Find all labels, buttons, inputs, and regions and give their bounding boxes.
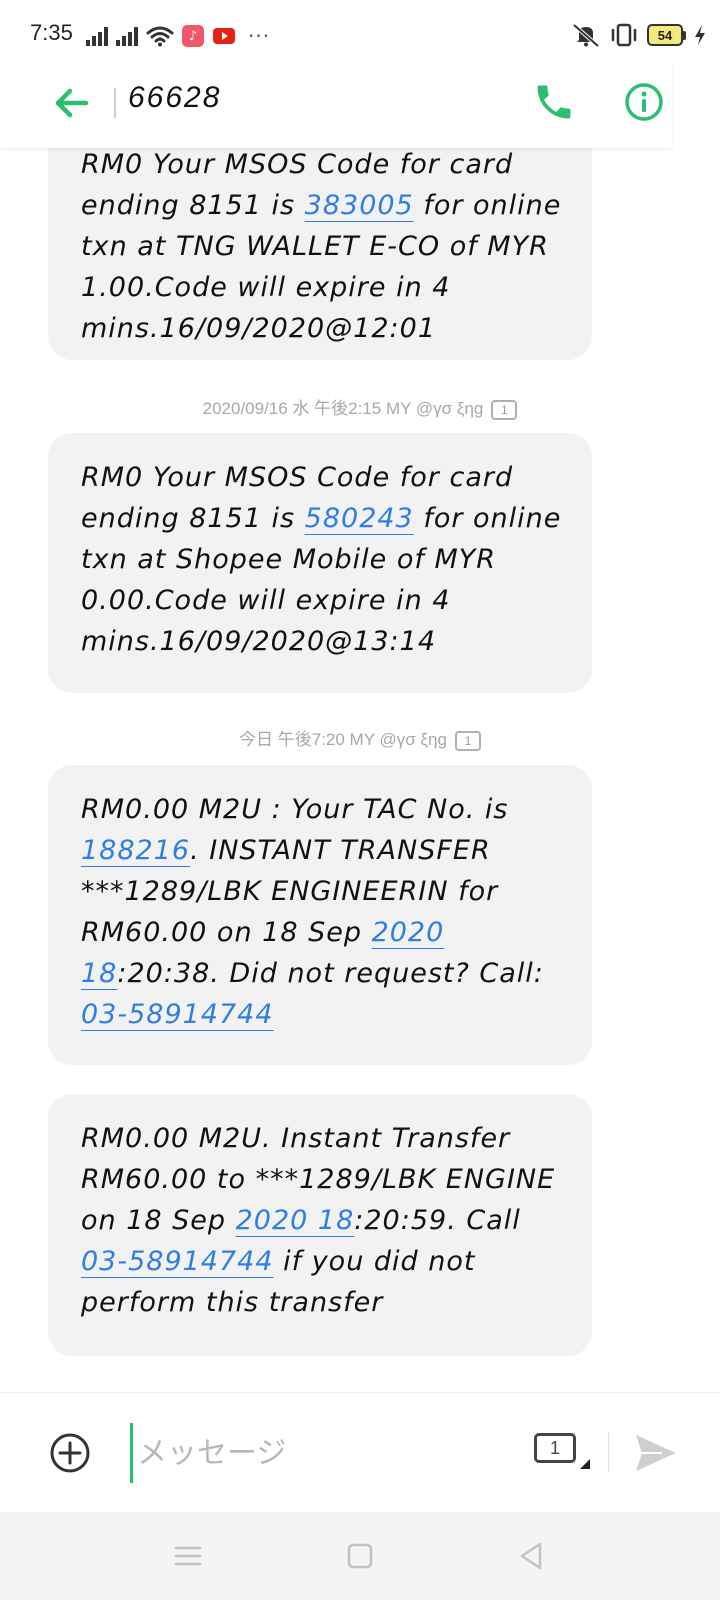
menu-icon[interactable] <box>168 1536 208 1576</box>
status-icons-right: 54 <box>571 22 706 48</box>
message-bubble[interactable]: RM0 Your MSOS Code for card ending 8151 … <box>48 148 592 360</box>
add-attachment-icon[interactable] <box>48 1431 92 1475</box>
youtube-app-icon <box>212 25 236 47</box>
status-time: 7:35 <box>30 20 73 45</box>
info-icon[interactable] <box>622 80 666 124</box>
message-link[interactable]: 580243 <box>305 503 414 534</box>
charging-icon <box>695 25 705 45</box>
message-link[interactable]: 383005 <box>305 190 414 221</box>
sim-badge: 1 <box>491 399 518 420</box>
timestamp-text: 今日 午後7:20 MY @γσ ξηg <box>239 730 447 749</box>
header-divider <box>114 88 116 118</box>
message-text: RM0 Your MSOS Code for card ending 8151 … <box>81 457 572 662</box>
message-link[interactable]: 2020 18 <box>236 1205 355 1236</box>
send-icon[interactable] <box>632 1429 680 1477</box>
message-link[interactable]: 188216 <box>81 835 190 866</box>
sim-selector[interactable]: 1 <box>534 1433 594 1475</box>
message-text-segment: RM0.00 M2U : Your TAC No. is <box>81 794 509 825</box>
message-timestamp: 2020/09/16 水 午後2:15 MY @γσ ξηg 1 <box>0 394 720 420</box>
message-bubble[interactable]: RM0.00 M2U : Your TAC No. is 188216. INS… <box>48 765 592 1065</box>
signal-1-icon <box>86 26 108 46</box>
message-bubble[interactable]: RM0 Your MSOS Code for card ending 8151 … <box>48 433 592 693</box>
sim-selector-label: 1 <box>534 1433 576 1463</box>
sim-badge: 1 <box>454 730 481 751</box>
dropdown-corner-icon <box>580 1459 590 1469</box>
timestamp-text: 2020/09/16 水 午後2:15 MY @γσ ξηg <box>202 399 484 418</box>
message-timestamp: 今日 午後7:20 MY @γσ ξηg 1 <box>0 725 720 751</box>
composer-divider <box>608 1431 609 1473</box>
signal-2-icon <box>116 26 138 46</box>
message-composer: 1 <box>0 1392 720 1512</box>
conversation-header: 66628 <box>0 62 672 148</box>
more-notifications-indicator: ··· <box>248 24 271 48</box>
status-bar: 7:35 ♪ ··· 54 <box>0 0 720 70</box>
back-icon[interactable] <box>512 1536 552 1576</box>
battery-level: 54 <box>647 24 683 46</box>
wifi-icon <box>146 26 174 47</box>
vibrate-icon <box>611 23 637 47</box>
contact-name[interactable]: 66628 <box>128 81 221 115</box>
message-input[interactable] <box>130 1423 500 1483</box>
message-list[interactable]: RM0 Your MSOS Code for card ending 8151 … <box>0 148 720 1392</box>
home-icon[interactable] <box>340 1536 380 1576</box>
message-text: RM0.00 M2U. Instant Transfer RM60.00 to … <box>81 1118 572 1323</box>
mute-vibrate-icon <box>572 23 600 48</box>
phone-call-icon[interactable] <box>532 80 576 124</box>
message-bubble[interactable]: RM0.00 M2U. Instant Transfer RM60.00 to … <box>48 1094 592 1356</box>
message-text-segment: :20:38. Did not request? Call: <box>117 958 544 989</box>
message-text: RM0.00 M2U : Your TAC No. is 188216. INS… <box>81 789 572 1035</box>
music-app-icon: ♪ <box>182 25 204 47</box>
battery-icon: 54 <box>647 24 686 46</box>
status-icons-left: ♪ ··· <box>86 24 270 48</box>
message-text: RM0 Your MSOS Code for card ending 8151 … <box>81 148 572 349</box>
system-navigation-bar <box>0 1512 720 1600</box>
back-arrow-icon[interactable] <box>50 82 92 124</box>
message-link[interactable]: 03-58914744 <box>81 1246 274 1277</box>
message-link[interactable]: 03-58914744 <box>81 999 274 1030</box>
message-text-segment: :20:59. Call <box>354 1205 521 1236</box>
